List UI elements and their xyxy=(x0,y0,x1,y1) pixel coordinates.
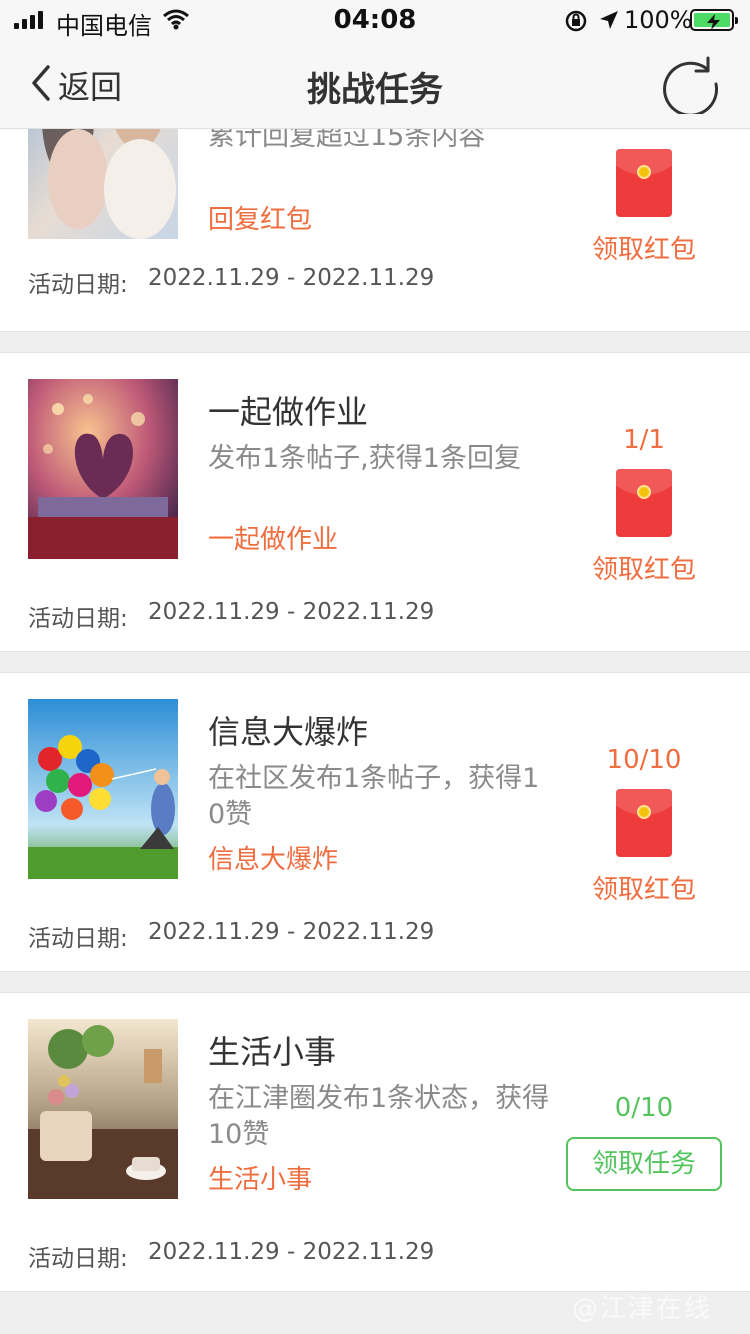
task-description: 发布1条帖子,获得1条回复 xyxy=(208,443,521,474)
task-date-range: 2022.11.29 - 2022.11.29 xyxy=(148,1239,435,1265)
task-date-range: 2022.11.29 - 2022.11.29 xyxy=(148,919,435,945)
task-thumbnail xyxy=(28,1019,178,1199)
task-date-range: 2022.11.29 - 2022.11.29 xyxy=(148,599,435,625)
task-title: 信息大爆炸 xyxy=(208,713,369,751)
claim-task-button[interactable]: 领取任务 xyxy=(566,1137,722,1191)
status-bar: 中国电信 04:08 100% xyxy=(0,0,750,40)
task-tag: 一起做作业 xyxy=(208,525,339,555)
task-progress: 10/10 xyxy=(606,745,682,775)
date-label: 活动日期: xyxy=(28,1246,128,1272)
task-title: 生活小事 xyxy=(208,1033,337,1071)
task-thumbnail xyxy=(28,379,178,559)
red-packet-icon[interactable] xyxy=(616,469,672,537)
task-date-range: 2022.11.29 - 2022.11.29 xyxy=(148,265,435,291)
task-progress: 0/10 xyxy=(614,1093,674,1123)
task-card[interactable]: 一起做作业 发布1条帖子,获得1条回复 一起做作业 1/1 领取红包 活动日期:… xyxy=(0,352,750,652)
task-list: 累计回复超过15条内容 回复红包 领取红包 活动日期: 2022.11.29 -… xyxy=(0,0,750,1334)
refresh-icon[interactable] xyxy=(660,54,720,117)
task-tag: 生活小事 xyxy=(208,1165,313,1195)
task-tag: 信息大爆炸 xyxy=(208,845,339,875)
task-description: 在江津圈发布1条状态，获得10赞 xyxy=(208,1083,550,1150)
red-packet-icon[interactable] xyxy=(616,789,672,857)
watermark: @江津在线 xyxy=(572,1294,713,1324)
task-thumbnail xyxy=(28,699,178,879)
task-card[interactable]: 生活小事 在江津圈发布1条状态，获得10赞 生活小事 0/10 领取任务 活动日… xyxy=(0,992,750,1292)
battery-percent: 100% xyxy=(624,6,693,34)
task-tag: 回复红包 xyxy=(208,205,313,235)
claim-red-packet-button[interactable]: 领取红包 xyxy=(560,229,728,266)
rotation-lock-icon xyxy=(564,9,588,37)
claim-red-packet-button[interactable]: 领取红包 xyxy=(560,869,728,906)
date-label: 活动日期: xyxy=(28,926,128,952)
task-title: 一起做作业 xyxy=(208,393,369,431)
task-card[interactable]: 信息大爆炸 在社区发布1条帖子，获得10赞 信息大爆炸 10/10 领取红包 活… xyxy=(0,672,750,972)
battery-charging-icon xyxy=(690,9,738,31)
claim-red-packet-button[interactable]: 领取红包 xyxy=(560,549,728,586)
red-packet-icon[interactable] xyxy=(616,149,672,217)
navigation-bar: 返回 挑战任务 xyxy=(0,40,750,128)
date-label: 活动日期: xyxy=(28,272,128,298)
task-progress: 1/1 xyxy=(623,425,665,455)
date-label: 活动日期: xyxy=(28,606,128,632)
task-description: 在社区发布1条帖子，获得10赞 xyxy=(208,763,540,830)
page-title: 挑战任务 xyxy=(307,70,443,110)
location-icon xyxy=(598,9,620,35)
